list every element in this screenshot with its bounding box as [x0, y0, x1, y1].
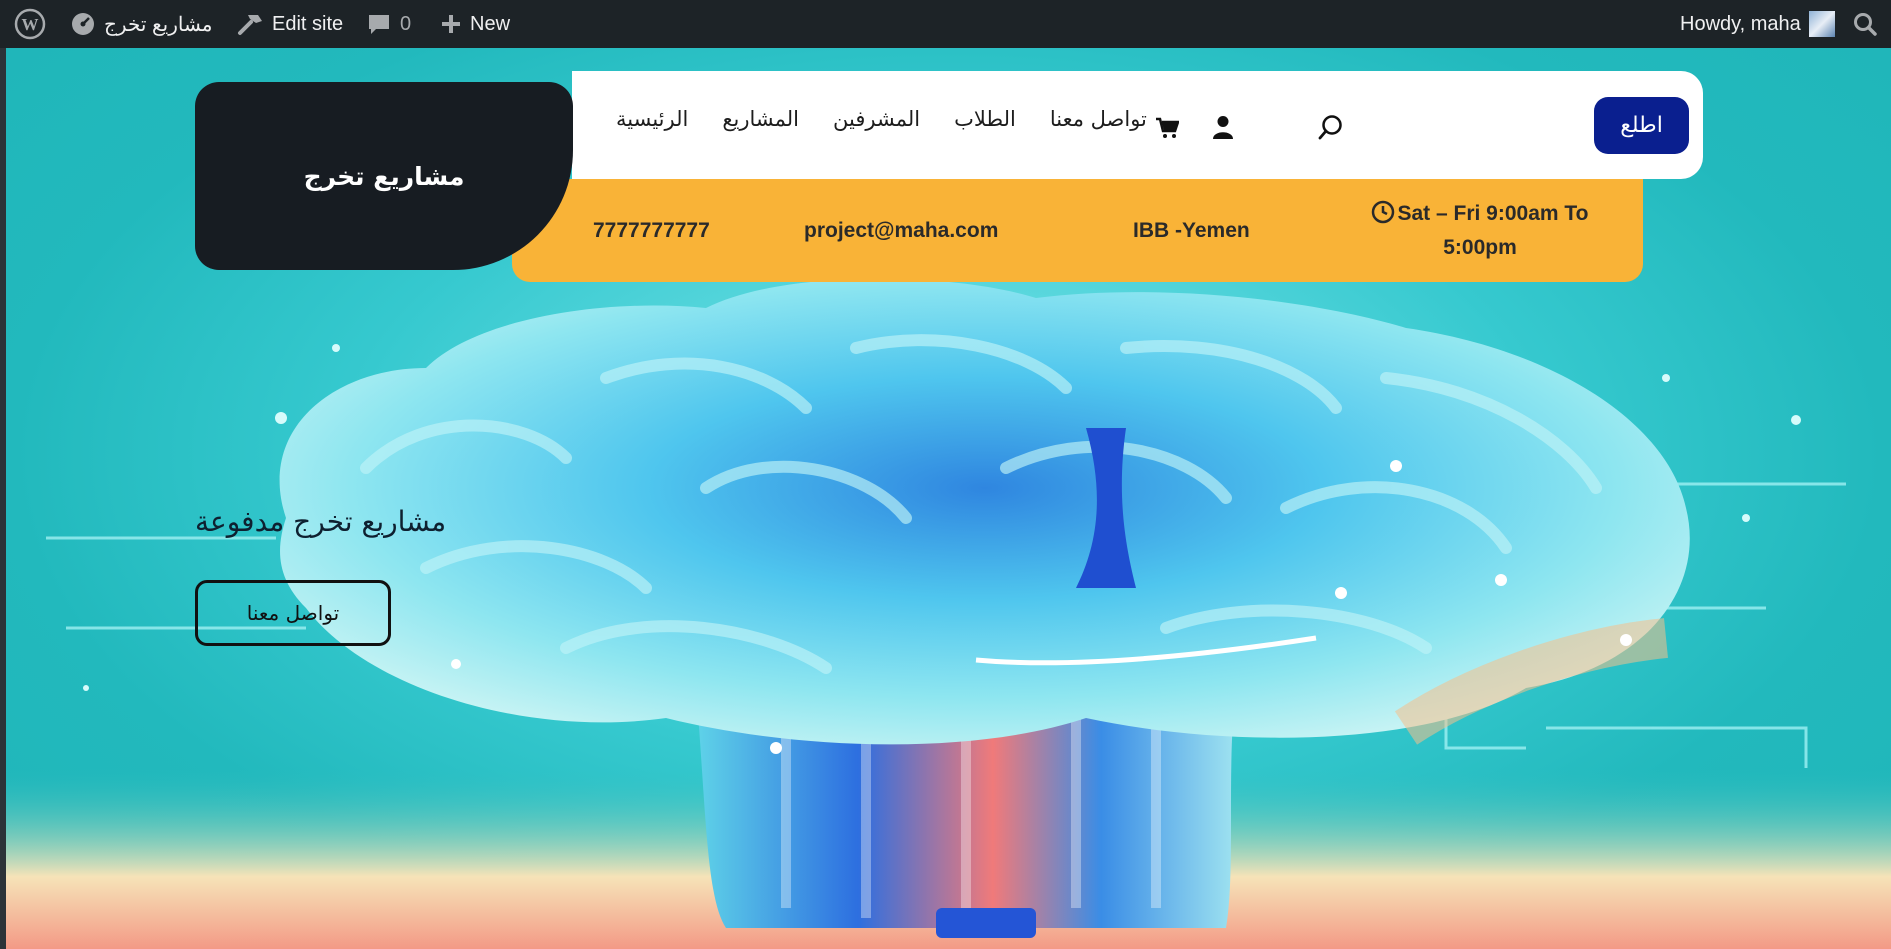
clock-icon — [1372, 200, 1395, 224]
hero-contact-button[interactable]: تواصل معنا — [195, 580, 391, 646]
site-name-label: مشاريع تخرج — [104, 13, 213, 36]
menu-item-projects[interactable]: المشاريع — [722, 107, 799, 131]
avatar — [1808, 11, 1835, 37]
hero-heading: مشاريع تخرج مدفوعة — [195, 505, 447, 538]
comments-link[interactable]: 0 — [366, 0, 411, 48]
edit-site-label: Edit site — [272, 12, 344, 35]
dashboard-icon — [72, 13, 94, 35]
hours-line-1: Sat – Fri 9:00am To — [1397, 202, 1589, 225]
location-text: IBB -Yemen — [1133, 218, 1250, 242]
wp-admin-bar: W مشاريع تخرج Edit site 0 New Howdy, mah… — [0, 0, 1891, 48]
primary-menu: الرئيسية المشاريع المشرفين الطلاب تواصل … — [616, 107, 1147, 131]
site-name-link[interactable]: مشاريع تخرج — [70, 0, 213, 48]
site-title: مشاريع تخرج — [303, 161, 465, 191]
edit-site-link[interactable]: Edit site — [236, 0, 343, 48]
email-address: project@maha.com — [804, 218, 999, 242]
user-icon[interactable] — [1212, 115, 1234, 139]
new-label: New — [470, 12, 511, 35]
menu-item-home[interactable]: الرئيسية — [616, 107, 688, 131]
comments-count: 0 — [400, 12, 412, 35]
cart-icon[interactable] — [1155, 117, 1179, 139]
contact-info-bar: 7777777777 project@maha.com IBB -Yemen S… — [512, 179, 1643, 282]
menu-item-supervisors[interactable]: المشرفين — [833, 107, 920, 131]
hours-line-2: 5:00pm — [1443, 236, 1517, 259]
hammer-icon — [238, 15, 262, 35]
phone-number: 7777777777 — [593, 218, 710, 242]
plus-icon — [442, 15, 460, 33]
new-content-link[interactable]: New — [440, 0, 510, 48]
wordpress-logo-icon[interactable]: W — [14, 0, 46, 48]
main-navbar: الرئيسية المشاريع المشرفين الطلاب تواصل … — [572, 71, 1703, 179]
menu-item-students[interactable]: الطلاب — [954, 107, 1016, 131]
opening-hours: Sat – Fri 9:00am To 5:00pm — [1370, 197, 1590, 265]
svg-text:W: W — [22, 15, 39, 34]
comment-icon — [369, 15, 389, 34]
explore-button[interactable]: اطلع — [1594, 97, 1689, 154]
site-logo[interactable]: مشاريع تخرج — [195, 82, 573, 270]
my-account-link[interactable]: Howdy, maha — [1680, 0, 1835, 48]
greeting-text: Howdy, maha — [1680, 12, 1801, 35]
admin-search-icon[interactable] — [1852, 0, 1878, 48]
menu-item-contact[interactable]: تواصل معنا — [1050, 107, 1147, 131]
search-icon[interactable] — [1317, 113, 1345, 141]
